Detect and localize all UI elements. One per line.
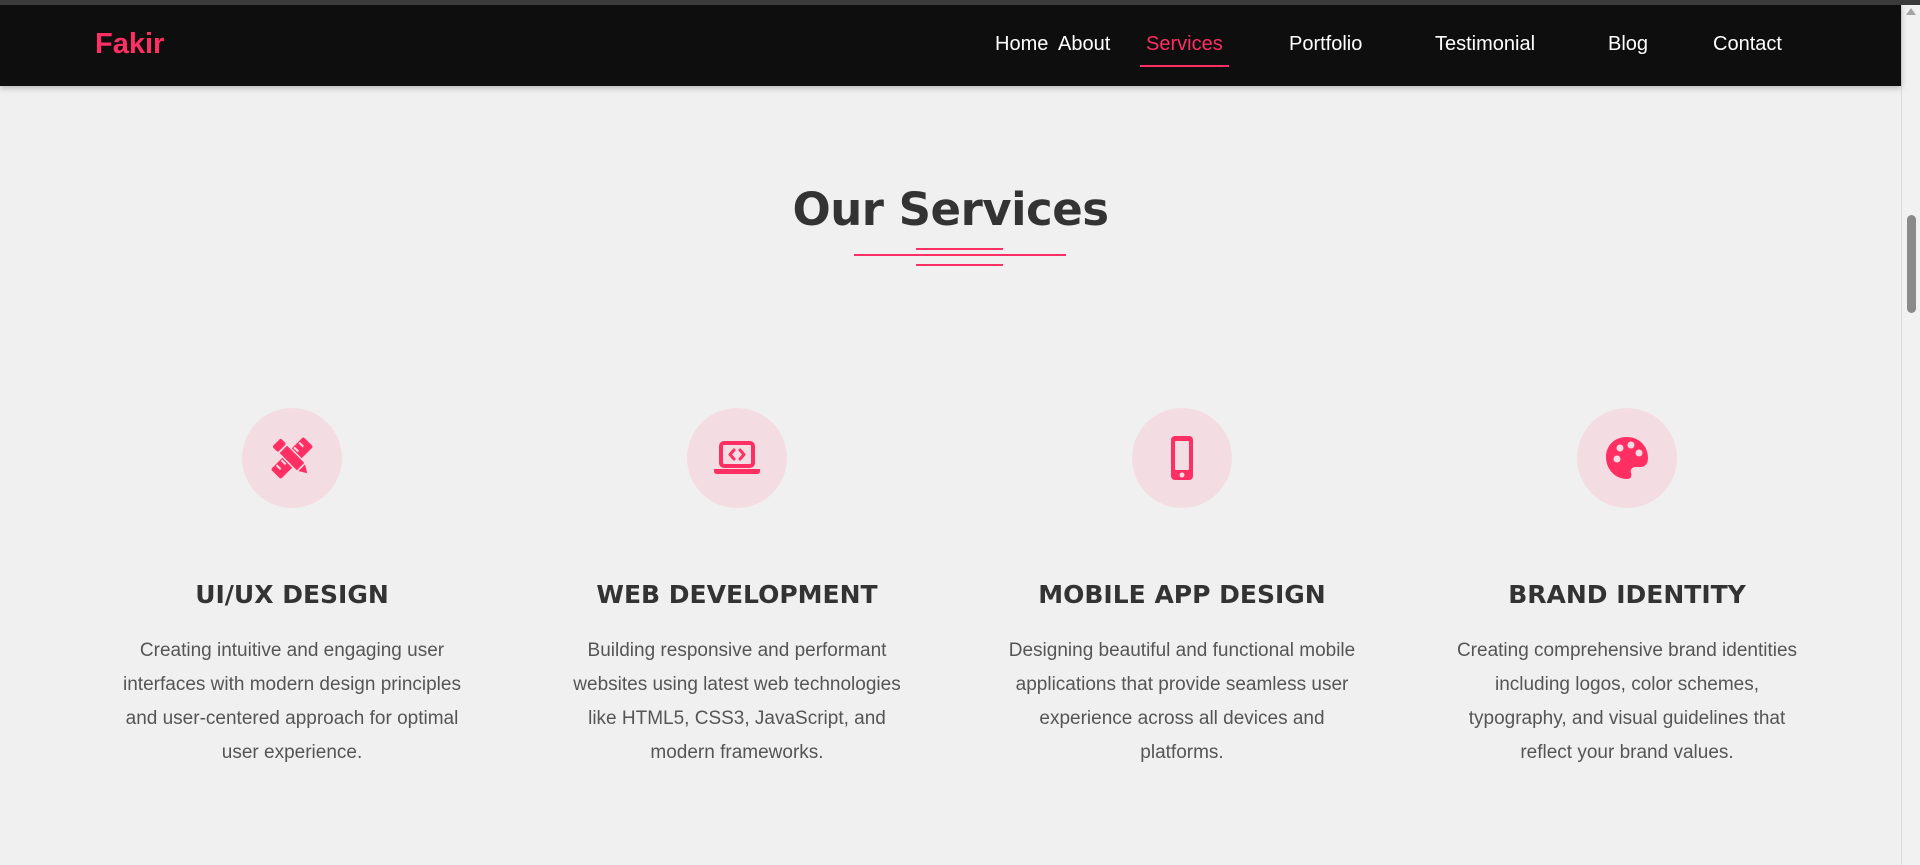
service-card-brand: BRAND IDENTITY Creating comprehensive br… (1447, 408, 1807, 770)
service-title: BRAND IDENTITY (1508, 580, 1746, 609)
mobile-icon (1171, 436, 1193, 480)
scrollbar[interactable] (1901, 0, 1920, 865)
pencil-ruler-icon (271, 437, 313, 479)
service-title: UI/UX DESIGN (195, 580, 389, 609)
service-title: WEB DEVELOPMENT (596, 580, 878, 609)
nav-home[interactable]: Home (995, 33, 1048, 56)
service-card-mobile: MOBILE APP DESIGN Designing beautiful an… (1002, 408, 1362, 770)
service-description: Building responsive and performant websi… (573, 640, 901, 763)
laptop-code-icon (714, 441, 760, 474)
logo[interactable]: Fakir (95, 28, 164, 61)
nav-testimonial[interactable]: Testimonial (1435, 33, 1535, 56)
navbar: Fakir Home About Services Portfolio Test… (0, 5, 1901, 86)
nav-contact[interactable]: Contact (1713, 33, 1782, 56)
scroll-up-arrow-icon[interactable] (1906, 8, 1916, 15)
service-title: MOBILE APP DESIGN (1038, 580, 1326, 609)
window-top-edge (0, 0, 1920, 5)
icon-circle (687, 408, 787, 508)
nav-services[interactable]: Services (1140, 33, 1229, 67)
service-card-uiux: UI/UX DESIGN Creating intuitive and enga… (112, 408, 472, 770)
nav-portfolio[interactable]: Portfolio (1289, 33, 1362, 56)
scroll-thumb[interactable] (1907, 215, 1916, 313)
icon-circle (242, 408, 342, 508)
nav-about[interactable]: About (1058, 33, 1110, 56)
section-title: Our Services (792, 183, 1109, 236)
service-description: Designing beautiful and functional mobil… (1008, 640, 1356, 763)
service-card-web: WEB DEVELOPMENT Building responsive and … (557, 408, 917, 770)
service-description: Creating comprehensive brand identities … (1456, 640, 1798, 763)
nav-blog[interactable]: Blog (1608, 33, 1648, 56)
palette-icon (1606, 437, 1648, 479)
icon-circle (1132, 408, 1232, 508)
service-description: Creating intuitive and engaging user int… (123, 640, 461, 763)
icon-circle (1577, 408, 1677, 508)
